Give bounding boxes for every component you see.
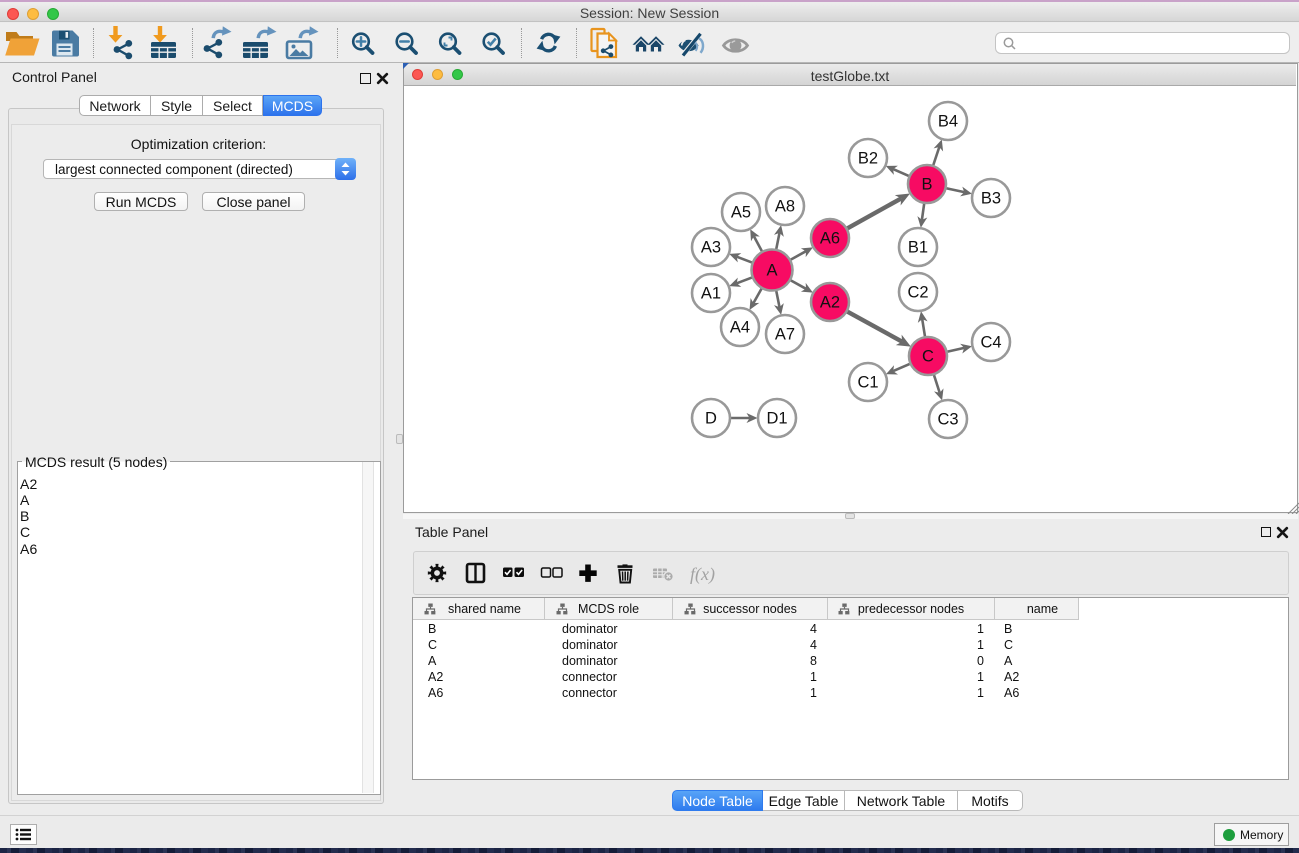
svg-text:B: B bbox=[921, 176, 932, 194]
svg-text:C1: C1 bbox=[857, 374, 878, 392]
svg-text:C4: C4 bbox=[980, 334, 1001, 352]
svg-text:f(x): f(x) bbox=[690, 564, 715, 585]
svg-text:A1: A1 bbox=[701, 285, 721, 303]
svg-text:A4: A4 bbox=[730, 319, 750, 337]
svg-text:A8: A8 bbox=[775, 198, 795, 216]
svg-text:C2: C2 bbox=[907, 284, 928, 302]
svg-text:B4: B4 bbox=[938, 113, 958, 131]
svg-text:B2: B2 bbox=[858, 150, 878, 168]
svg-text:A6: A6 bbox=[820, 230, 840, 248]
svg-text:C: C bbox=[922, 348, 934, 366]
svg-text:A7: A7 bbox=[775, 326, 795, 344]
svg-text:B1: B1 bbox=[908, 239, 928, 257]
svg-text:C3: C3 bbox=[937, 411, 958, 429]
svg-text:D1: D1 bbox=[766, 410, 787, 428]
svg-text:A3: A3 bbox=[701, 239, 721, 257]
svg-text:A: A bbox=[766, 262, 777, 280]
svg-text:A2: A2 bbox=[820, 294, 840, 312]
svg-text:B3: B3 bbox=[981, 190, 1001, 208]
svg-text:D: D bbox=[705, 410, 717, 428]
svg-text:A5: A5 bbox=[731, 204, 751, 222]
